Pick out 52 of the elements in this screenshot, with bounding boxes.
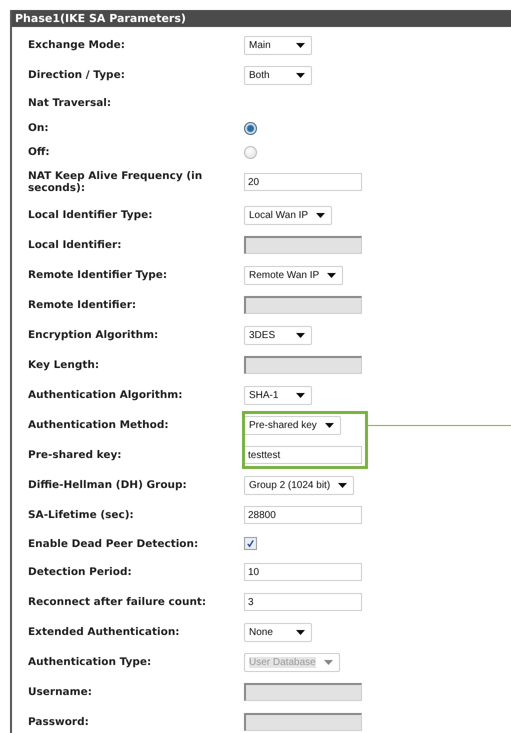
field-label: NAT Keep Alive Frequency (in seconds):: [28, 170, 204, 194]
dropdown[interactable]: Pre-shared key: [244, 416, 341, 434]
field-label: Username:: [28, 686, 93, 698]
field-label: Detection Period:: [28, 566, 133, 578]
field-label: Extended Authentication:: [28, 626, 180, 638]
field-label: Exchange Mode:: [28, 39, 126, 51]
dropdown[interactable]: SHA-1: [244, 386, 312, 404]
field-label: Authentication Method:: [28, 419, 170, 431]
radio-button[interactable]: [244, 122, 257, 134]
checkbox[interactable]: [244, 537, 257, 550]
field-label: Authentication Type:: [28, 656, 152, 668]
field-label: Key Length:: [28, 359, 100, 371]
caret-icon: [296, 392, 305, 398]
field-label: Local Identifier:: [28, 239, 122, 251]
dropdown[interactable]: Main: [244, 36, 312, 54]
field-label: Remote Identifier Type:: [28, 269, 168, 281]
input-field[interactable]: 28800: [244, 506, 362, 524]
field-label: Reconnect after failure count:: [28, 596, 208, 608]
dropdown[interactable]: Group 2 (1024 bit): [244, 476, 354, 494]
field-label: Local Identifier Type:: [28, 209, 154, 221]
section-title: Phase1(IKE SA Parameters): [15, 12, 186, 25]
field-label: Remote Identifier:: [28, 299, 138, 311]
field-label: Diffie-Hellman (DH) Group:: [28, 479, 188, 491]
input-field[interactable]: 3: [244, 593, 362, 611]
dropdown[interactable]: Local Wan IP: [244, 206, 332, 224]
field-label: Authentication Algorithm:: [28, 389, 184, 401]
caret-icon: [316, 212, 326, 218]
caret-icon: [296, 332, 305, 338]
field-label: Enable Dead Peer Detection:: [28, 538, 200, 550]
caret-icon: [296, 42, 305, 48]
field-label: Pre-shared key:: [28, 449, 123, 461]
radio-button[interactable]: [244, 146, 257, 158]
field-label: On:: [28, 122, 50, 134]
input-field[interactable]: testtest: [244, 446, 362, 464]
caret-icon: [338, 482, 348, 488]
field-label: Off:: [28, 146, 51, 158]
field-label: Password:: [28, 716, 90, 728]
input-field[interactable]: 10: [244, 563, 362, 581]
field-label: Encryption Algorithm:: [28, 329, 160, 341]
dropdown[interactable]: Both: [244, 66, 312, 84]
field-label: SA-Lifetime (sec):: [28, 509, 135, 521]
caret-icon: [324, 660, 333, 664]
dropdown[interactable]: 3DES: [244, 326, 312, 344]
input-field[interactable]: 20: [244, 173, 362, 191]
field-label: Nat Traversal:: [28, 97, 112, 109]
caret-icon: [296, 72, 305, 78]
caret-icon: [296, 630, 305, 634]
dropdown[interactable]: Remote Wan IP: [244, 266, 344, 284]
field-label: Direction / Type:: [28, 69, 126, 81]
caret-icon: [327, 272, 336, 278]
caret-icon: [324, 422, 334, 428]
dropdown[interactable]: None: [244, 622, 312, 642]
